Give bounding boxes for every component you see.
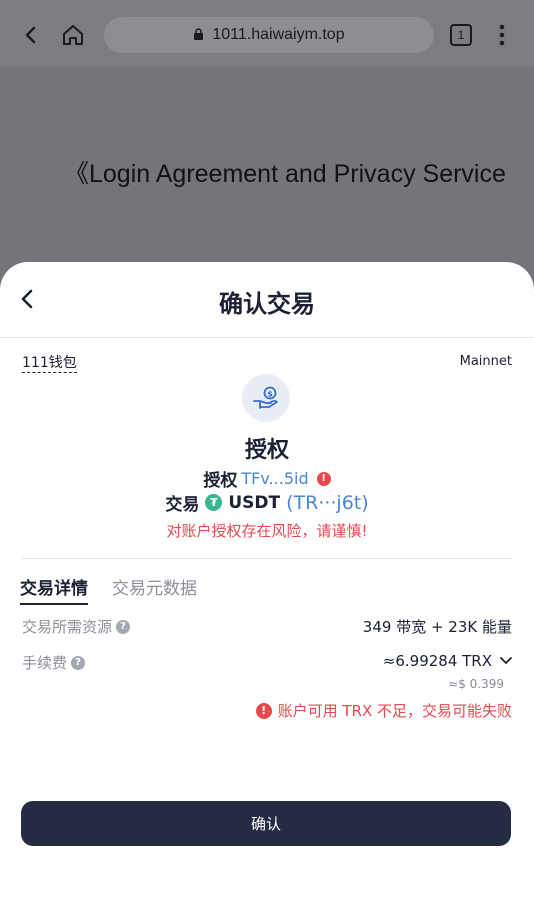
approve-row: 授权 TFv...5id !	[0, 466, 534, 491]
svg-text:$: $	[267, 390, 273, 399]
approve-address[interactable]: TFv...5id	[241, 469, 308, 488]
fee-label: 手续费	[22, 654, 68, 672]
tab-transaction-details[interactable]: 交易详情	[20, 574, 88, 605]
resource-label: 交易所需资源	[22, 618, 113, 636]
agreement-title: 《Login Agreement and Privacy Service	[64, 160, 506, 188]
warning-icon: !	[316, 471, 331, 486]
home-icon[interactable]	[58, 20, 88, 50]
resource-label-row: 交易所需资源 ?	[22, 616, 131, 637]
help-icon[interactable]: ?	[71, 655, 86, 670]
token-address[interactable]: (TR···j6t)	[286, 492, 369, 514]
sheet-title: 确认交易	[219, 290, 315, 318]
confirm-button[interactable]: 确认	[21, 801, 511, 846]
tab-transaction-metadata[interactable]: 交易元数据	[112, 574, 197, 603]
divider	[22, 558, 512, 559]
chevron-down-icon	[500, 657, 512, 665]
fee-value: ≈6.99284 TRX	[382, 652, 492, 670]
approve-label: 授权	[203, 471, 238, 491]
resource-value: 349 带宽 + 23K 能量	[362, 618, 512, 636]
more-menu-icon[interactable]	[487, 20, 517, 50]
fee-label-row: 手续费 ?	[22, 652, 86, 673]
tab-switcher-button[interactable]: 1	[450, 24, 472, 46]
fee-usd-value: ≈$ 0.399	[448, 677, 504, 691]
address-bar[interactable]: 1011.haiwaiym.top	[104, 17, 434, 53]
sheet-header: 确认交易	[0, 262, 534, 338]
wallet-name[interactable]: 111钱包	[22, 354, 77, 373]
insufficient-balance-warning: ! 账户可用 TRX 不足，交易可能失败	[255, 700, 512, 721]
trade-row: 交易 ₮ USDT (TR···j6t)	[0, 490, 534, 516]
token-symbol: USDT	[228, 492, 281, 513]
lock-icon	[193, 26, 204, 45]
browser-toolbar: 1011.haiwaiym.top 1	[0, 0, 534, 66]
warning-icon: !	[255, 702, 272, 719]
back-arrow-icon[interactable]	[16, 20, 46, 50]
confirm-transaction-sheet: 确认交易 111钱包 Mainnet $ 授权 授权 TFv...5id ! 交…	[0, 262, 534, 908]
fee-selector[interactable]: ≈6.99284 TRX	[383, 652, 512, 670]
action-title: 授权	[244, 438, 289, 463]
network-label: Mainnet	[459, 354, 512, 369]
trade-label: 交易	[165, 495, 200, 515]
approve-hand-coin-icon: $	[242, 374, 290, 422]
url-text: 1011.haiwaiym.top	[212, 26, 345, 43]
insufficient-warning-text: 账户可用 TRX 不足，交易可能失败	[277, 702, 512, 720]
help-icon[interactable]: ?	[116, 619, 131, 634]
usdt-token-icon: ₮	[205, 494, 223, 511]
risk-warning: 对账户授权存在风险，请谨慎!	[166, 522, 368, 540]
